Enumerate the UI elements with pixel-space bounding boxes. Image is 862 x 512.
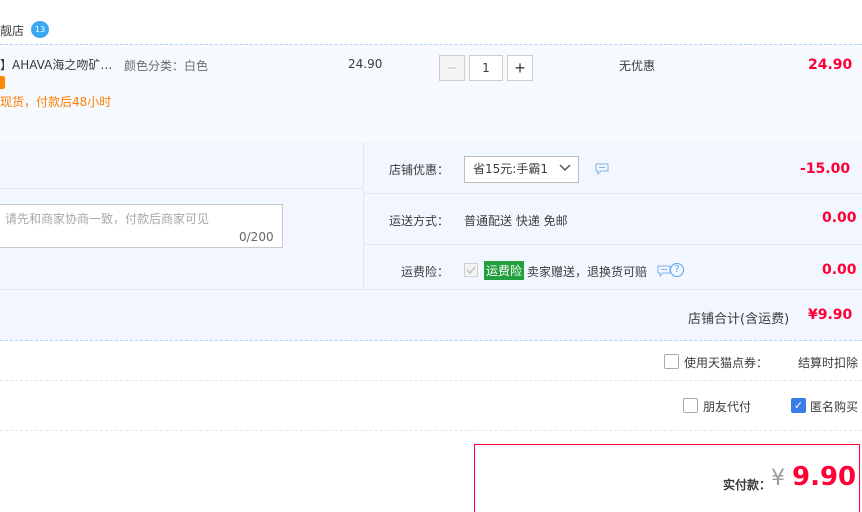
chat-icon[interactable] xyxy=(657,265,671,277)
item-total-price: 24.90 xyxy=(808,57,853,73)
options-row-divider xyxy=(364,193,862,194)
shop-promo-label: 店铺优惠： xyxy=(389,163,450,177)
shop-total-amount: ¥9.90 xyxy=(808,307,853,323)
chevron-down-icon[interactable] xyxy=(558,161,572,175)
friend-pay-label[interactable]: 朋友代付 xyxy=(703,398,751,415)
tmall-coupon-note: 结算时扣除 xyxy=(798,356,859,370)
shipping-method: 普通配送 快递 免邮 xyxy=(464,214,568,228)
friend-pay-checkbox[interactable] xyxy=(683,398,698,413)
quantity-minus-button[interactable]: − xyxy=(439,55,465,81)
anonymous-checkbox[interactable]: ✓ xyxy=(791,398,806,413)
shop-promo-amount: -15.00 xyxy=(800,161,851,177)
delivery-note: 现货，付款后48小时 xyxy=(0,95,112,109)
quantity-plus-button[interactable]: + xyxy=(507,55,533,81)
options-row-divider xyxy=(364,244,862,245)
shipping-label: 运送方式： xyxy=(389,214,450,228)
row-divider xyxy=(0,430,862,431)
shop-total-label: 店铺合计(含运费) xyxy=(688,312,790,327)
memo-char-count: 0/200 xyxy=(239,230,274,244)
payment-amount: 9.90 xyxy=(792,462,857,492)
tmall-coupon-checkbox[interactable] xyxy=(664,354,679,369)
wangwang-chat-icon[interactable]: 13 xyxy=(31,21,49,38)
insurance-text: 卖家赠送，退换货可赔 xyxy=(527,265,648,279)
chat-icon[interactable] xyxy=(595,163,609,175)
row-divider xyxy=(0,380,862,381)
item-attribute: 颜色分类：白色 xyxy=(124,59,209,73)
gift-icon xyxy=(0,76,5,89)
insurance-label: 运费险： xyxy=(401,265,450,279)
item-discount: 无优惠 xyxy=(619,59,656,73)
memo-placeholder[interactable]: 请先和商家协商一致，付款后商家可见 xyxy=(5,210,209,227)
shipping-amount: 0.00 xyxy=(822,210,857,226)
anonymous-label[interactable]: 匿名购买 xyxy=(810,398,858,415)
insurance-amount: 0.00 xyxy=(822,262,857,278)
unit-price: 24.90 xyxy=(348,57,383,71)
memo-divider xyxy=(0,188,363,189)
insurance-checkbox[interactable] xyxy=(464,263,478,277)
shop-name[interactable]: 靓店 xyxy=(0,22,24,39)
item-title-link[interactable]: 】AHAVA海之吻矿… xyxy=(0,56,112,73)
payment-label: 实付款： xyxy=(723,478,772,492)
help-icon[interactable]: ? xyxy=(670,263,684,277)
insurance-tag: 运费险 xyxy=(484,261,525,280)
check-icon xyxy=(466,266,476,275)
quantity-input[interactable] xyxy=(469,55,503,81)
options-divider xyxy=(363,142,364,289)
payment-currency: ¥ xyxy=(771,466,785,491)
tmall-coupon-label[interactable]: 使用天猫点券： xyxy=(684,354,768,371)
